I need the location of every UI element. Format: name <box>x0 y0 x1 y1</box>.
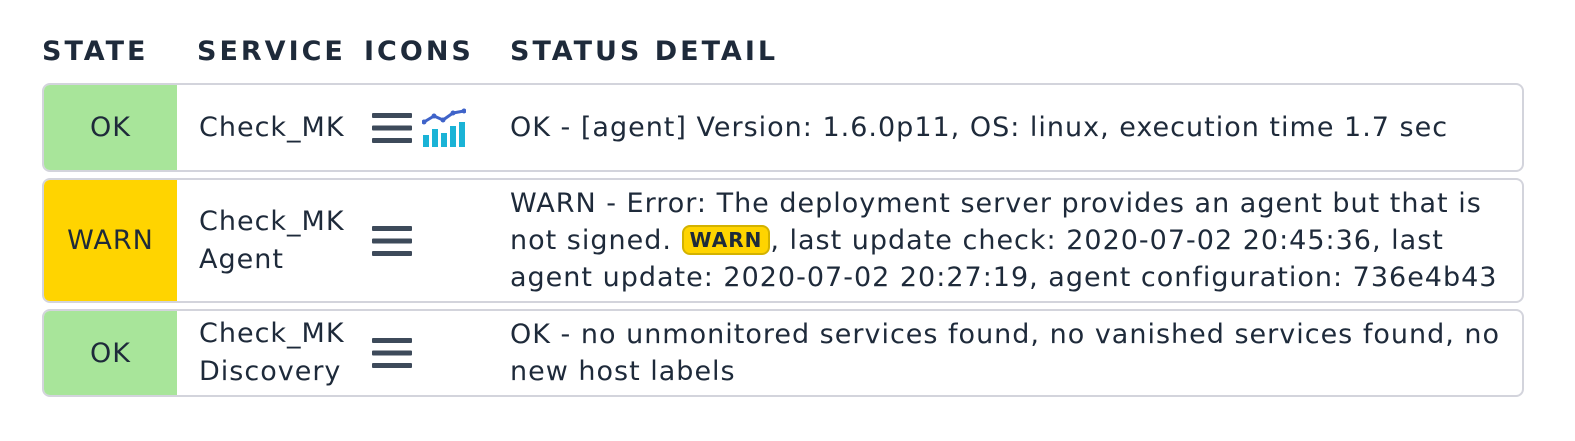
state-badge-warn: WARN <box>44 180 177 301</box>
state-badge-ok: OK <box>44 85 177 170</box>
service-name: Check_MK <box>199 111 345 143</box>
service-name-line2: Agent <box>199 243 284 275</box>
service-icons <box>370 180 414 301</box>
column-header-status-detail[interactable]: STATUS DETAIL <box>510 36 778 67</box>
menu-icon[interactable] <box>370 219 414 263</box>
status-detail-text: OK - no unmonitored services found, no v… <box>510 319 1501 387</box>
status-detail: OK - no unmonitored services found, no v… <box>510 311 1512 395</box>
service-table: STATE SERVICE ICONS STATUS DETAIL OK Che… <box>0 0 1575 441</box>
table-row: OK Check_MK Discovery OK - no unmonitore… <box>42 309 1524 397</box>
service-icons <box>370 85 466 170</box>
table-row: OK Check_MK OK - [agent] Version: 1.6.0p… <box>42 83 1524 172</box>
warn-inline-badge: WARN <box>681 225 771 255</box>
status-detail-text: OK - [agent] Version: 1.6.0p11, OS: linu… <box>510 112 1449 143</box>
service-name-link[interactable]: Check_MK Discovery <box>199 311 359 395</box>
status-detail-paragraph: WARN - Error: The deployment server prov… <box>510 185 1512 296</box>
column-header-icons: ICONS <box>364 36 474 67</box>
column-header-state[interactable]: STATE <box>42 36 148 67</box>
table-header: STATE SERVICE ICONS STATUS DETAIL <box>0 36 1575 70</box>
graph-icon[interactable] <box>422 106 466 150</box>
status-detail: OK - [agent] Version: 1.6.0p11, OS: linu… <box>510 85 1512 170</box>
service-name-line2: Discovery <box>199 356 342 387</box>
status-detail: WARN - Error: The deployment server prov… <box>510 180 1512 301</box>
menu-icon[interactable] <box>370 106 414 150</box>
service-icons <box>370 311 414 395</box>
service-name-line1: Check_MK <box>199 318 345 349</box>
service-name-link[interactable]: Check_MK Agent <box>199 180 359 301</box>
service-name-link[interactable]: Check_MK <box>199 85 359 170</box>
state-badge-ok: OK <box>44 311 177 395</box>
column-header-service[interactable]: SERVICE <box>197 36 346 67</box>
menu-icon[interactable] <box>370 331 414 375</box>
service-name-line1: Check_MK <box>199 205 345 237</box>
table-row: WARN Check_MK Agent WARN - Error: The de… <box>42 178 1524 303</box>
